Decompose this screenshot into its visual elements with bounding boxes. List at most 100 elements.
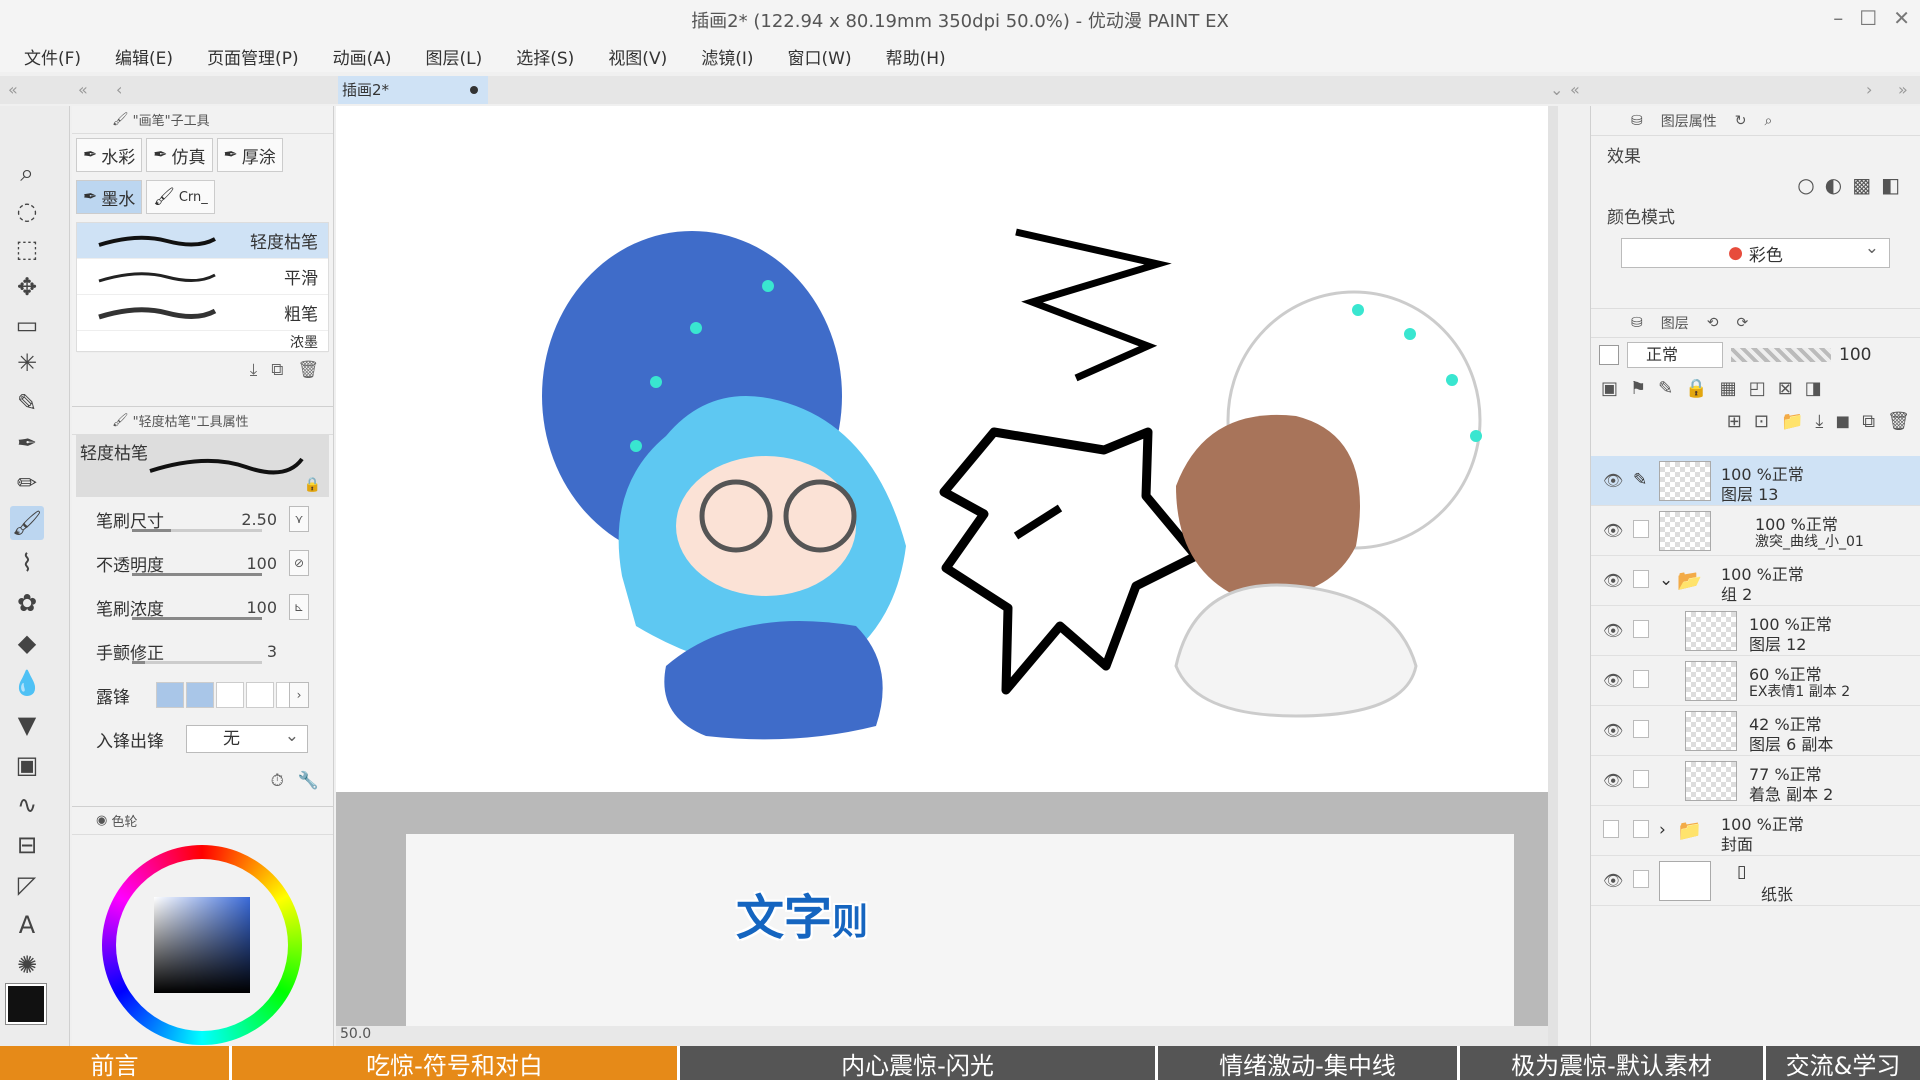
frame-icon[interactable]: ⊟ — [10, 828, 44, 862]
color-mode-select[interactable]: ● 彩色 — [1621, 238, 1890, 268]
draft-icon[interactable]: ✎ — [1658, 378, 1673, 399]
layer-row[interactable]: 👁 100 %正常 图层 12 — [1591, 606, 1920, 656]
blend-icon[interactable]: 💧 — [10, 666, 44, 700]
reset-icon[interactable]: ⏱ — [271, 771, 284, 791]
airbrush-icon[interactable]: ⌇ — [10, 546, 44, 580]
text-icon[interactable]: A — [10, 908, 44, 942]
trash-icon[interactable]: 🗑 — [297, 360, 319, 380]
density-dynamics-button[interactable]: ⊾ — [289, 594, 309, 620]
layer-checkbox[interactable] — [1633, 670, 1649, 688]
chapter-item[interactable]: 交流&学习 — [1766, 1046, 1920, 1080]
layer-checkbox[interactable] — [1633, 820, 1649, 838]
chapter-item[interactable]: 极为震惊-默认素材 — [1460, 1046, 1766, 1080]
brush-item[interactable]: 粗笔 — [77, 295, 328, 331]
layer-row[interactable]: › 📁 100 %正常 封面 — [1591, 806, 1920, 856]
ruler-icon[interactable]: ⊠ — [1778, 378, 1793, 399]
maximize-icon[interactable]: ☐ — [1859, 6, 1877, 30]
tab-watercolor[interactable]: ✒ 水彩 — [76, 138, 143, 172]
layer-opacity-value[interactable]: 100 — [1839, 345, 1871, 365]
object-select-icon[interactable]: ⬚ — [10, 232, 44, 266]
canvas[interactable] — [336, 106, 1548, 792]
menu-layer[interactable]: 图层(L) — [426, 44, 499, 69]
visibility-checkbox[interactable] — [1603, 820, 1619, 838]
eye-icon[interactable]: 👁 — [1603, 871, 1623, 890]
marquee-icon[interactable]: ▭ — [10, 308, 44, 342]
new-folder-icon[interactable]: 📁 — [1781, 411, 1803, 432]
brush-size-dynamics-button[interactable]: ⋎ — [289, 506, 309, 532]
mask-icon[interactable]: ◰ — [1749, 378, 1766, 399]
tab-custom[interactable]: 🖌 Crn_ — [146, 180, 215, 214]
copy-layer-icon[interactable]: ⧉ — [1862, 411, 1875, 432]
eye-icon[interactable]: 👁 — [1603, 771, 1623, 790]
vertical-scrollbar[interactable] — [1548, 106, 1558, 1046]
lock-icon[interactable]: 🔒 — [1685, 378, 1707, 399]
undo-history-icon[interactable]: ↻ — [1735, 113, 1747, 129]
layer-property-tab[interactable]: 图层属性 — [1661, 111, 1717, 131]
chevron-right-icon[interactable]: › — [1866, 80, 1872, 99]
eyedropper-icon[interactable]: ✎ — [10, 386, 44, 420]
taper-preset[interactable] — [156, 682, 184, 708]
density-value[interactable]: 100 — [246, 598, 277, 617]
layer-row[interactable]: 👁 42 %正常 图层 6 副本 — [1591, 706, 1920, 756]
collapse-left-icon[interactable]: « — [8, 80, 18, 99]
eye-icon[interactable]: 👁 — [1603, 721, 1623, 740]
layer-row[interactable]: 👁 60 %正常 EX表情1 副本 2 — [1591, 656, 1920, 706]
reference-icon[interactable]: ⚑ — [1630, 378, 1646, 399]
opacity-dynamics-button[interactable]: ⊘ — [289, 550, 309, 576]
stabilization-value[interactable]: 3 — [267, 642, 277, 661]
chevron-left-icon[interactable]: ‹ — [116, 80, 122, 99]
clip-icon[interactable]: ▣ — [1601, 378, 1618, 399]
chevron-right-icon[interactable]: › — [289, 682, 309, 708]
taper-preset[interactable] — [216, 682, 244, 708]
menu-animation[interactable]: 动画(A) — [333, 44, 408, 69]
eye-icon[interactable]: 👁 — [1603, 471, 1623, 490]
eye-icon[interactable]: 👁 — [1603, 671, 1623, 690]
eraser-icon[interactable]: ◆ — [10, 626, 44, 660]
menu-page[interactable]: 页面管理(P) — [207, 44, 315, 69]
correct-line-icon[interactable]: ✺ — [10, 948, 44, 982]
density-slider[interactable] — [132, 617, 262, 620]
new-raster-layer-icon[interactable]: ⊞ — [1727, 411, 1742, 432]
minimize-icon[interactable]: – — [1833, 6, 1843, 30]
zoom-level[interactable]: 50.0 — [340, 1026, 371, 1042]
border-effect-icon[interactable]: ○ — [1797, 173, 1814, 197]
chapter-item[interactable]: 前言 — [0, 1046, 232, 1080]
figure-icon[interactable]: ∿ — [10, 788, 44, 822]
balloon-icon[interactable]: ◸ — [10, 868, 44, 902]
brush-item[interactable]: 浓墨 — [77, 331, 328, 353]
menu-view[interactable]: 视图(V) — [608, 44, 683, 69]
taper-in-out-select[interactable]: 无 — [186, 723, 308, 753]
menu-window[interactable]: 窗口(W) — [788, 44, 868, 69]
brush-size-slider[interactable] — [132, 529, 262, 532]
layer-row[interactable]: 👁 ⌄ 📂 100 %正常 组 2 — [1591, 556, 1920, 606]
brush-item[interactable]: 平滑 — [77, 259, 328, 295]
saturation-value-square[interactable] — [154, 897, 250, 993]
layer-color-icon[interactable]: ◧ — [1881, 173, 1900, 197]
brush-size-value[interactable]: 2.50 — [241, 510, 277, 529]
lasso-icon[interactable]: ◌ — [10, 194, 44, 228]
pen-icon[interactable]: ✒ — [10, 426, 44, 460]
canvas-area[interactable]: 文字则 50.0 — [336, 106, 1558, 1046]
layer-row[interactable]: 👁 77 %正常 着急 副本 2 — [1591, 756, 1920, 806]
opacity-value[interactable]: 100 — [246, 554, 277, 573]
history-icon[interactable]: ⟲ — [1707, 315, 1719, 331]
expand-right-icon[interactable]: » — [1898, 80, 1908, 99]
chevron-down-icon[interactable]: ⌄ — [1659, 570, 1673, 590]
collapse-right-icon[interactable]: « — [1570, 80, 1580, 99]
extract-line-icon[interactable]: ◐ — [1825, 173, 1842, 197]
menu-file[interactable]: 文件(F) — [24, 44, 97, 69]
layer-row[interactable]: 👁 100 %正常 激突_曲线_小_01 — [1591, 506, 1920, 556]
duplicate-icon[interactable]: ⧉ — [271, 360, 283, 380]
menu-edit[interactable]: 编辑(E) — [115, 44, 189, 69]
layer-checkbox[interactable] — [1633, 870, 1649, 888]
chevron-right-icon[interactable]: › — [1659, 820, 1666, 840]
lock-transparency-icon[interactable]: ▦ — [1720, 378, 1737, 399]
menu-filter[interactable]: 滤镜(I) — [701, 44, 769, 69]
layer-checkbox[interactable] — [1633, 570, 1649, 588]
layer-row[interactable]: 👁 ✎ 100 %正常 图层 13 — [1591, 456, 1920, 506]
layer-tab[interactable]: 图层 — [1661, 313, 1689, 333]
layer-row[interactable]: 👁 ▯ 纸张 — [1591, 856, 1920, 906]
taper-preset[interactable] — [246, 682, 274, 708]
close-icon[interactable]: ✕ — [1893, 6, 1910, 30]
opacity-slider[interactable] — [132, 573, 262, 576]
